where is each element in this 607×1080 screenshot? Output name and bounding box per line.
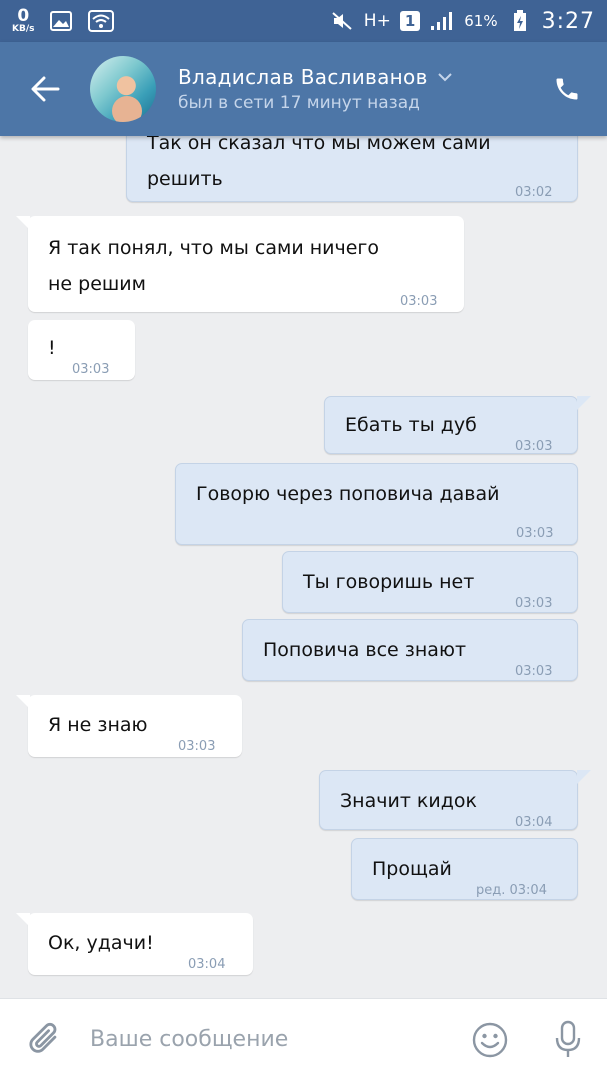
message-bubble-outgoing[interactable]: Ебать ты дуб 03:03 [324, 396, 591, 454]
message-text: Ты говоришь нет [303, 571, 475, 593]
message-time: 03:03 [516, 526, 554, 541]
network-speed: 0 KB/s [12, 8, 34, 34]
signal-icon [429, 10, 455, 32]
message-bubble-incoming[interactable]: Я так понял, что мы сами ничего не решим… [16, 216, 464, 312]
gallery-icon [48, 10, 74, 32]
message-time: 03:04 [188, 957, 226, 972]
message-time: 03:03 [515, 596, 553, 611]
status-bar: 0 KB/s H+ 1 61% 3:27 [0, 0, 607, 42]
message-bubble-outgoing[interactable]: Значит кидок 03:04 [319, 770, 591, 830]
emoji-button[interactable] [451, 999, 529, 1080]
message-bubble-incoming[interactable]: Я не знаю 03:03 [16, 695, 242, 757]
wifi-icon [88, 10, 115, 32]
message-time: 03:03 [515, 439, 553, 454]
message-bubble-outgoing[interactable]: Ты говоришь нет 03:03 [282, 551, 578, 613]
message-text: Ебать ты дуб [345, 414, 477, 436]
network-speed-unit: KB/s [12, 24, 35, 34]
network-speed-value: 0 [17, 6, 30, 26]
mute-icon [329, 10, 355, 32]
message-time: 03:03 [72, 362, 110, 377]
message-bubble-incoming[interactable]: Ок, удачи! 03:04 [16, 913, 253, 975]
network-type: H+ [363, 11, 391, 31]
message-time: 03:04 [515, 815, 553, 830]
voice-record-button[interactable] [529, 999, 607, 1080]
message-composer [0, 998, 607, 1080]
message-text: Говорю через поповича давай [196, 483, 500, 505]
battery-percent: 61% [464, 12, 498, 30]
message-bubble-outgoing[interactable]: Прощай ред. 03:04 [351, 838, 578, 900]
call-button[interactable] [527, 42, 607, 136]
message-input[interactable] [90, 1009, 451, 1070]
contact-name: Владислав Васливанов [178, 65, 428, 89]
message-text: Значит кидок [340, 790, 477, 812]
message-bubble-incoming[interactable]: ! 03:03 [28, 320, 135, 380]
phone-icon [556, 78, 578, 100]
message-time: 03:03 [178, 739, 216, 754]
message-text: Ок, удачи! [48, 932, 154, 954]
clock: 3:27 [541, 8, 595, 34]
message-bubble-outgoing[interactable]: Говорю через поповича давай 03:03 [175, 463, 578, 545]
message-text: Поповича все знают [263, 639, 467, 661]
arrow-left-icon [31, 76, 60, 102]
message-time: 03:03 [400, 294, 438, 309]
chat-header: Владислав Васливанов был в сети 17 минут… [0, 42, 607, 136]
message-text: Я так понял, что мы сами ничего не решим [48, 237, 380, 295]
attach-button[interactable] [0, 999, 90, 1080]
message-text: Прощай [372, 858, 452, 880]
back-button[interactable] [0, 42, 90, 136]
avatar[interactable] [90, 56, 156, 122]
message-time: 03:03 [515, 664, 553, 679]
contact-status: был в сети 17 минут назад [178, 93, 420, 113]
battery-charging-icon [507, 10, 533, 32]
sim-badge: 1 [399, 11, 421, 31]
smiley-icon [472, 1022, 508, 1057]
message-time: 03:02 [515, 185, 553, 200]
contact-info[interactable]: Владислав Васливанов был в сети 17 минут… [178, 65, 452, 113]
message-time: ред. 03:04 [476, 883, 547, 898]
message-text: Я не знаю [48, 714, 148, 736]
message-bubble-outgoing[interactable]: Поповича все знают 03:03 [242, 619, 578, 681]
chevron-down-icon [437, 72, 452, 81]
message-text: ! [48, 337, 56, 359]
microphone-icon [555, 1020, 581, 1057]
paperclip-icon [29, 1022, 57, 1053]
